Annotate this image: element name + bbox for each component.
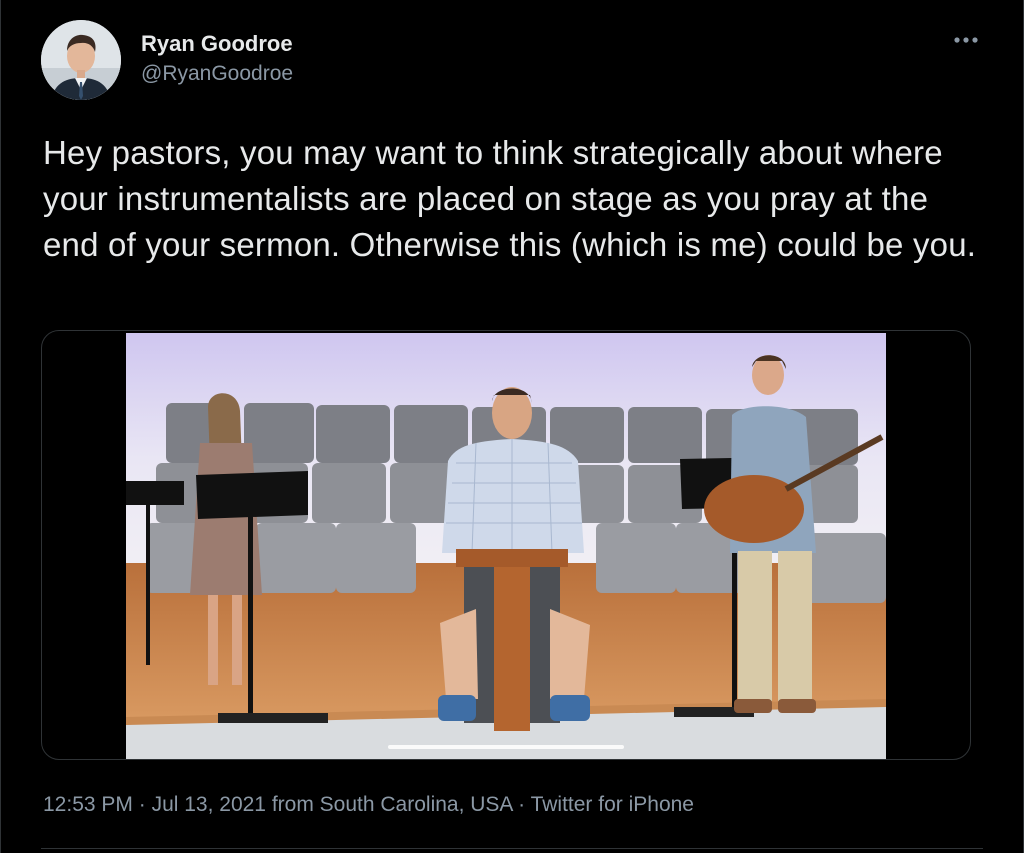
tweet-header: Ryan Goodroe @RyanGoodroe xyxy=(41,20,983,102)
media-photo[interactable] xyxy=(126,333,886,759)
meta-separator: · xyxy=(132,793,152,816)
tweet-location: from South Carolina, USA xyxy=(266,793,513,816)
tweet-date[interactable]: Jul 13, 2021 xyxy=(152,793,266,816)
more-options-button[interactable] xyxy=(949,30,983,50)
avatar-image xyxy=(41,20,121,100)
tweet-time[interactable]: 12:53 PM xyxy=(43,793,133,816)
divider xyxy=(41,848,983,849)
more-horizontal-icon xyxy=(954,37,978,43)
tweet-text: Hey pastors, you may want to think strat… xyxy=(43,134,977,263)
tweet-container: Ryan Goodroe @RyanGoodroe Hey pastors, y… xyxy=(0,0,1024,853)
avatar[interactable] xyxy=(41,20,121,100)
meta-separator: · xyxy=(512,793,531,816)
tweet-source[interactable]: Twitter for iPhone xyxy=(531,793,694,816)
author-handle[interactable]: @RyanGoodroe xyxy=(141,60,293,88)
author-display-name[interactable]: Ryan Goodroe xyxy=(141,30,293,58)
tweet-metadata: 12:53 PM · Jul 13, 2021 from South Carol… xyxy=(43,790,694,820)
tweet-media[interactable] xyxy=(41,330,971,760)
author-names: Ryan Goodroe @RyanGoodroe xyxy=(141,30,293,88)
